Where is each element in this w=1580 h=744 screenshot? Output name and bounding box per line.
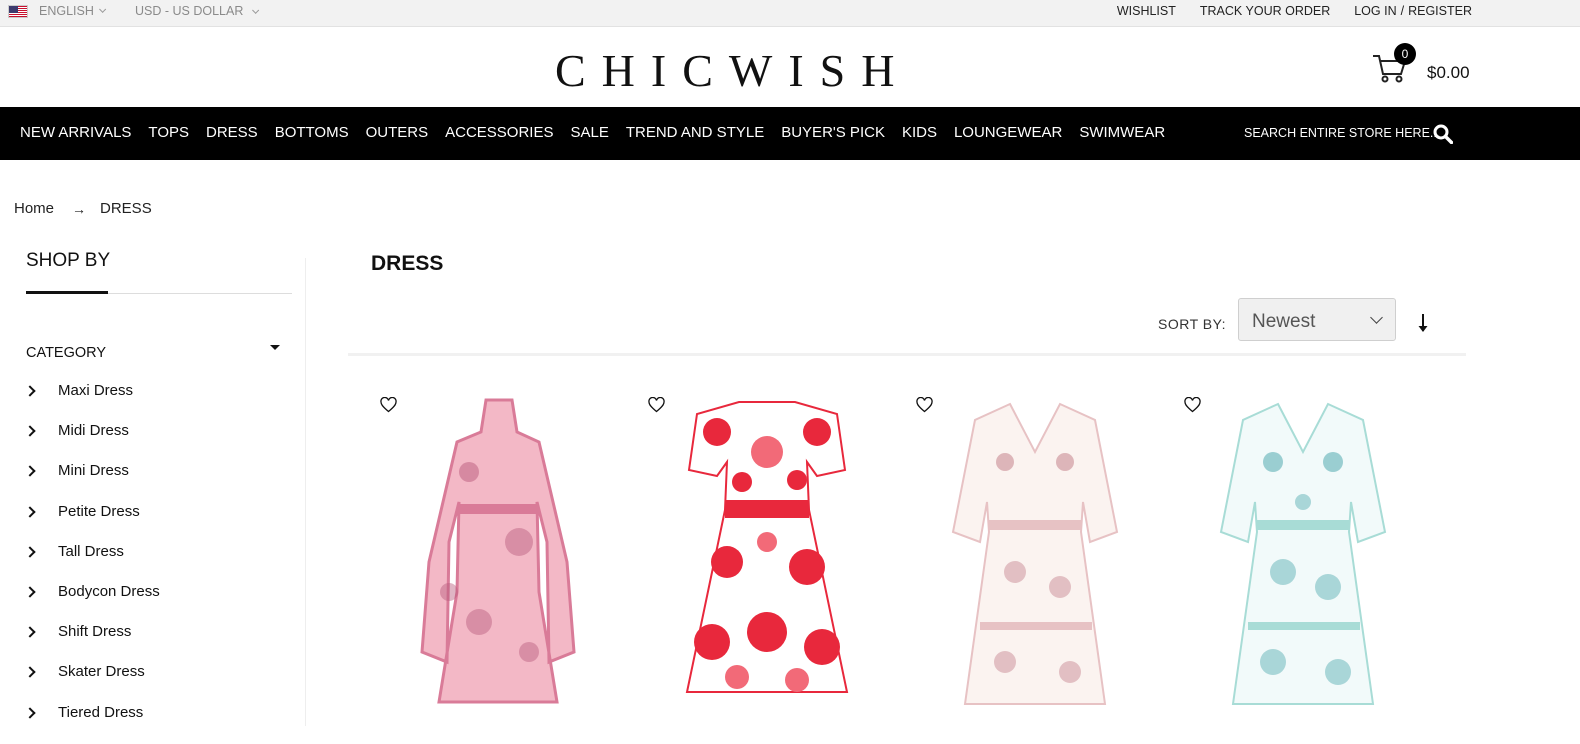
category-label: Shift Dress [58,623,132,641]
language-label: ENGLISH [39,4,94,18]
sort-label: SORT BY: [1158,316,1227,332]
nav-item-outers[interactable]: OUTERS [366,124,429,141]
sort-value: Newest [1252,311,1316,332]
nav-item-kids[interactable]: KIDS [902,124,937,141]
currency-label: USD - US DOLLAR [135,4,244,18]
sort-select[interactable]: Newest [1238,298,1396,341]
site-logo[interactable]: CHICWISH [555,44,910,97]
sort-direction-icon[interactable] [1416,312,1430,334]
nav-item-buyers-pick[interactable]: BUYER'S PICK [781,124,885,141]
top-utility-bar: ENGLISH USD - US DOLLAR WISHLIST TRACK Y… [0,0,1580,27]
category-item[interactable]: Mini Dress [24,462,160,502]
product-card[interactable] [1173,392,1423,726]
chevron-down-icon [251,6,260,14]
category-label: Tiered Dress [58,703,144,721]
product-card[interactable] [905,392,1155,726]
category-item[interactable]: Tiered Dress [24,703,160,744]
link-separator: / [1400,4,1405,18]
login-link[interactable]: LOG IN [1354,4,1396,18]
shop-by-title: SHOP BY [26,250,111,271]
flag-us-icon [8,4,28,18]
language-selector[interactable]: ENGLISH [8,4,107,18]
search-input[interactable]: SEARCH ENTIRE STORE HERE... [1244,126,1440,140]
filter-sidebar: SHOP BY [26,250,292,294]
category-label: Maxi Dress [58,382,134,399]
search-icon[interactable] [1433,124,1453,144]
cart-count-badge: 0 [1394,43,1416,65]
chevron-right-icon [24,626,36,638]
breadcrumb-current: DRESS [100,200,152,217]
category-item[interactable]: Skater Dress [24,663,160,703]
currency-selector[interactable]: USD - US DOLLAR [135,4,260,18]
chevron-right-icon [24,505,36,518]
product-card[interactable] [637,392,887,726]
arrow-right-icon: → [72,200,87,217]
breadcrumb-home-link[interactable]: Home [14,200,54,217]
category-item[interactable]: Petite Dress [24,502,160,543]
account-links: WISHLIST TRACK YOUR ORDER LOG IN / REGIS… [1093,4,1472,18]
wishlist-link[interactable]: WISHLIST [1117,4,1176,18]
chevron-down-icon [98,5,107,13]
category-label: Mini Dress [58,462,129,480]
chevron-right-icon [24,385,36,397]
nav-item-trend-and-style[interactable]: TREND AND STYLE [626,124,764,141]
nav-item-swimwear[interactable]: SWIMWEAR [1079,124,1165,141]
category-item[interactable]: Maxi Dress [24,382,160,422]
page-title: DRESS [371,252,444,275]
caret-down-icon[interactable] [270,345,280,350]
category-label: Bodycon Dress [58,582,160,600]
site-header: CHICWISH 0 $0.00 [0,28,1580,107]
category-label: Skater Dress [58,663,145,681]
product-image[interactable] [1193,392,1423,726]
category-list: Maxi Dress Midi Dress Mini Dress Petite … [24,382,160,744]
register-link[interactable]: REGISTER [1408,4,1472,18]
sidebar-divider [305,258,306,726]
chevron-right-icon [24,546,36,558]
chevron-down-icon [1370,311,1383,324]
nav-item-bottoms[interactable]: BOTTOMS [275,124,349,141]
cart-total[interactable]: $0.00 [1427,63,1470,83]
product-card[interactable] [369,392,619,726]
chevron-right-icon [24,706,36,719]
chevron-right-icon [24,666,36,678]
product-image[interactable] [925,392,1155,726]
category-filter-title[interactable]: CATEGORY [26,345,106,361]
chevron-right-icon [24,465,36,478]
category-item[interactable]: Tall Dress [24,542,160,583]
chevron-right-icon [24,586,36,598]
nav-item-loungewear[interactable]: LOUNGEWEAR [954,124,1062,141]
product-image[interactable] [657,392,887,726]
nav-item-new-arrivals[interactable]: NEW ARRIVALS [20,124,131,141]
chevron-right-icon [24,425,36,437]
nav-item-dress[interactable]: DRESS [206,124,258,141]
category-item[interactable]: Bodycon Dress [24,582,160,623]
category-label: Petite Dress [58,502,140,520]
category-item[interactable]: Midi Dress [24,422,160,462]
nav-item-accessories[interactable]: ACCESSORIES [445,124,553,141]
category-label: Tall Dress [58,542,124,560]
breadcrumb: Home → DRESS [14,200,152,217]
category-label: Midi Dress [58,422,129,440]
nav-item-sale[interactable]: SALE [570,124,608,141]
category-item[interactable]: Shift Dress [24,623,160,663]
sort-toolbar: SORT BY: Newest [348,298,1466,356]
nav-item-tops[interactable]: TOPS [148,124,189,141]
track-order-link[interactable]: TRACK YOUR ORDER [1200,4,1330,18]
title-underline [26,291,108,294]
main-navigation: NEW ARRIVALS TOPS DRESS BOTTOMS OUTERS A… [0,107,1580,160]
product-image[interactable] [389,392,619,726]
